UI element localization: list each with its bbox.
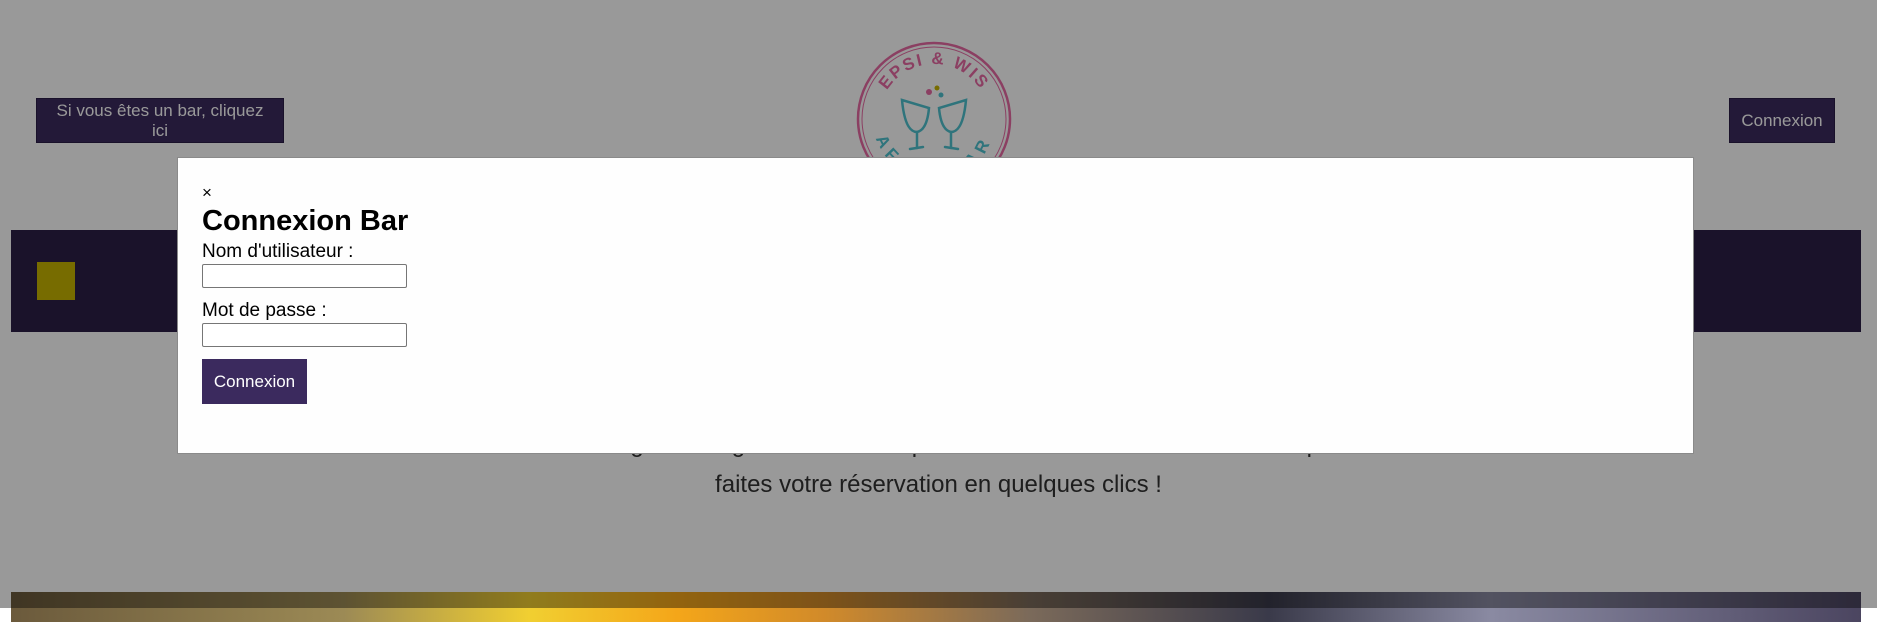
- login-modal: × Connexion Bar Nom d'utilisateur : Mot …: [177, 157, 1694, 454]
- password-input[interactable]: [202, 323, 407, 347]
- modal-title: Connexion Bar: [202, 205, 409, 237]
- submit-login-button[interactable]: Connexion: [202, 359, 307, 404]
- username-input[interactable]: [202, 264, 407, 288]
- username-label: Nom d'utilisateur :: [202, 241, 354, 262]
- password-label: Mot de passe :: [202, 300, 327, 321]
- close-icon[interactable]: ×: [202, 183, 212, 203]
